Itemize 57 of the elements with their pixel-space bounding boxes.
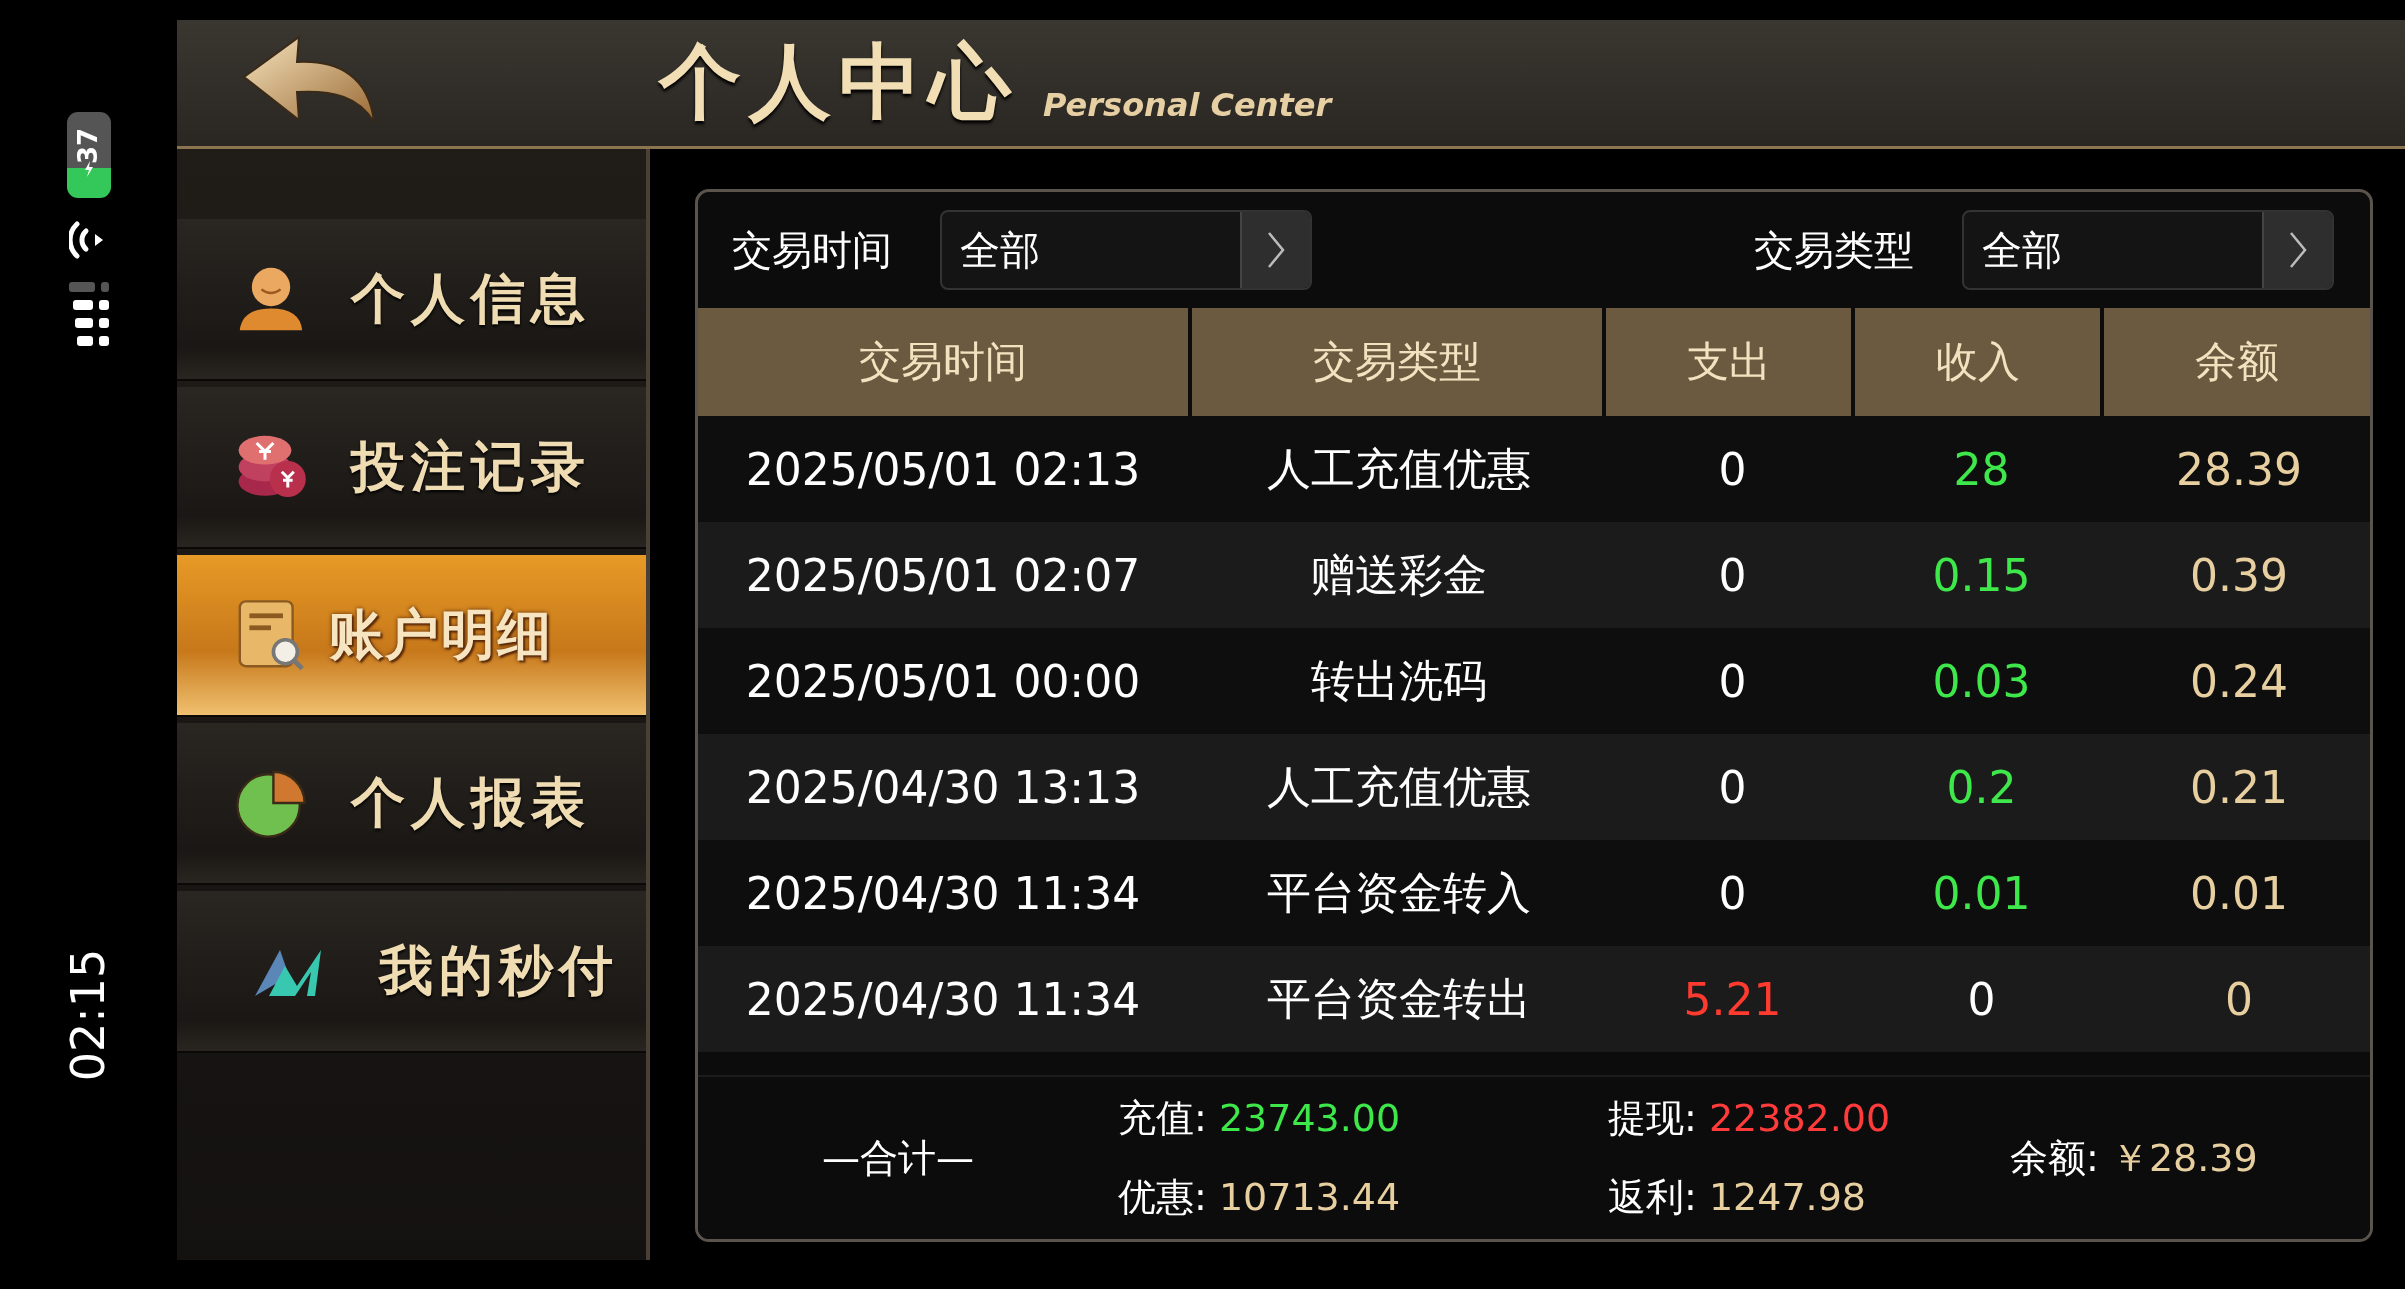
signal-icon [68, 282, 109, 348]
sidebar-item[interactable]: 我的秒付 [177, 891, 646, 1053]
table-cell-text: 0.15 [1931, 548, 2032, 603]
table-cell-text: 2025/04/30 11:34 [744, 866, 1142, 921]
total-item: 提现: 22382.00 [1608, 1095, 1892, 1142]
filter-label: 交易类型 [1754, 225, 1914, 275]
total-item: 充值: 23743.00 [1118, 1095, 1402, 1142]
column-header: 余额 [2104, 308, 2370, 416]
table-cell-text: 2025/05/01 02:07 [744, 548, 1142, 603]
table-cell-text: 0 [1717, 866, 1748, 921]
table-cell-text: 2025/05/01 02:13 [744, 442, 1142, 497]
charging-bolt-icon [83, 161, 94, 177]
table-cell-text: 0 [1717, 442, 1748, 497]
table-cell-text: 赠送彩金 [1310, 547, 1488, 602]
table-cell-text: 0.24 [2189, 654, 2289, 709]
total-balance: 余额: ￥28.39 [2010, 1134, 2258, 1182]
table-cell-text: 0.21 [2189, 760, 2289, 815]
table-cell-text: 2025/05/01 00:00 [744, 654, 1142, 709]
column-header: 交易时间 [698, 308, 1188, 416]
table-cell-text: 0 [1717, 548, 1748, 603]
status-time: 02:15 [61, 948, 116, 1082]
table-cell-text: 人工充值优惠 [1266, 441, 1532, 496]
column-header: 支出 [1606, 308, 1851, 416]
sidebar-item[interactable]: 个人信息 [177, 219, 646, 381]
table-cell-text: 平台资金转出 [1266, 971, 1532, 1026]
page-subtitle: Personal Center [1043, 86, 1332, 126]
table-cell-text: 平台资金转入 [1266, 865, 1532, 920]
filter-label: 交易时间 [732, 225, 892, 275]
table-cell-text: 0.2 [1945, 760, 2018, 815]
table-cell-text: 0 [2224, 972, 2254, 1027]
filter-select[interactable]: 全部 [1962, 210, 2334, 290]
page-title: 个人中心 [659, 33, 1019, 131]
battery-indicator: 37 [66, 112, 111, 198]
table-cell-text: 0.01 [1931, 866, 2032, 921]
sidebar-item[interactable]: 个人报表 [177, 723, 646, 885]
table-cell-text: 0.01 [2189, 866, 2289, 921]
chevron-right-icon [1266, 230, 1286, 270]
table-cell-text: 0 [1966, 972, 1997, 1027]
column-header: 收入 [1855, 308, 2100, 416]
table-cell-text: 2025/04/30 13:13 [744, 760, 1142, 815]
table-cell-text: 转出洗码 [1310, 653, 1488, 708]
filter-select[interactable]: 全部 [940, 210, 1312, 290]
chevron-right-icon [2288, 230, 2308, 270]
table-cell-text: 2025/04/30 11:34 [744, 972, 1142, 1027]
total-item: 优惠: 10713.44 [1118, 1174, 1402, 1221]
table-cell-text: 5.21 [1682, 972, 1783, 1027]
totals-label: —合计— [821, 1134, 975, 1182]
table-cell-text: 0 [1717, 760, 1748, 815]
table-cell-text: 0.39 [2189, 548, 2289, 603]
table-cell-text: 28 [1952, 442, 2011, 497]
sidebar-item[interactable]: 投注记录 [177, 387, 646, 549]
column-header: 交易类型 [1192, 308, 1602, 416]
table-cell-text: 0 [1717, 654, 1748, 709]
total-item: 返利: 1247.98 [1608, 1174, 1868, 1221]
table-cell-text: 人工充值优惠 [1266, 759, 1532, 814]
table-cell-text: 0.03 [1931, 654, 2032, 709]
table-cell-text: 28.39 [2175, 442, 2303, 497]
